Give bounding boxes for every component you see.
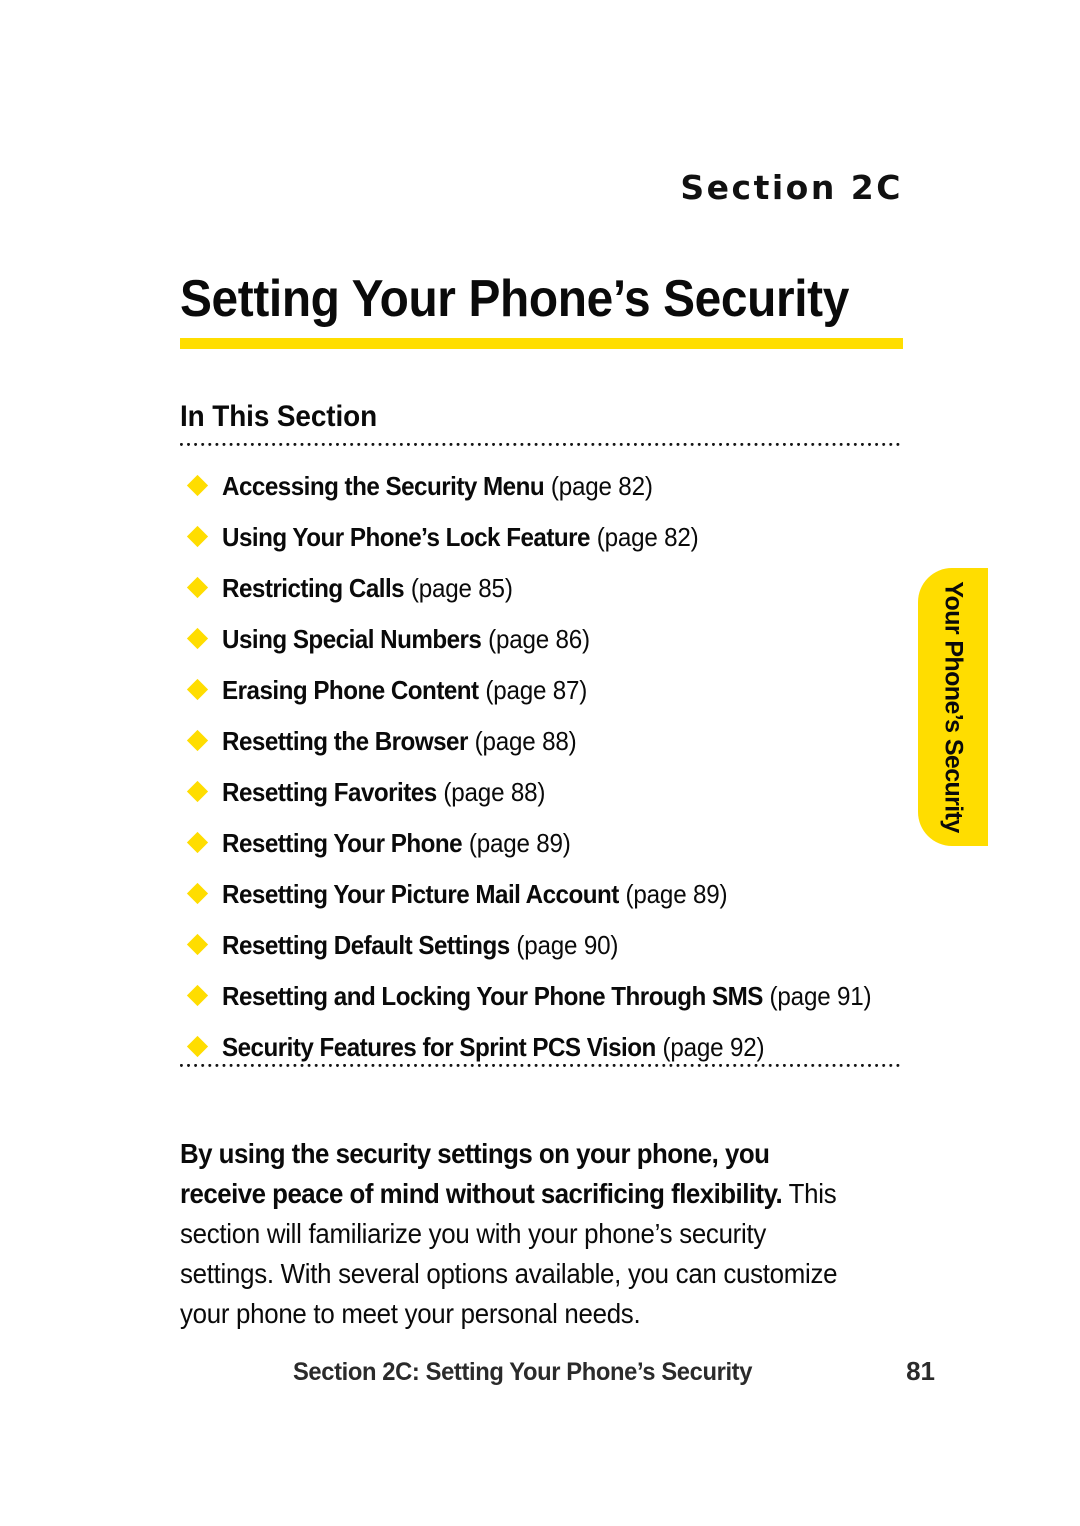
list-item-page-ref: (page 86) [488, 623, 590, 654]
list-item-text: Accessing the Security Menu (page 82) [222, 471, 653, 501]
diamond-bullet-icon [186, 474, 209, 496]
list-item-page-ref: (page 92) [662, 1031, 765, 1062]
list-item[interactable]: Restricting Calls (page 85) [180, 562, 910, 613]
list-item-page-ref: (page 90) [516, 929, 619, 960]
list-item-text: Security Features for Sprint PCS Vision … [222, 1031, 765, 1062]
list-item-label: Using Your Phone’s Lock Feature [222, 521, 590, 552]
list-item-text: Resetting Default Settings (page 90) [222, 930, 618, 960]
list-item-page-ref: (page 91) [769, 980, 872, 1011]
list-item-page-ref: (page 87) [485, 674, 588, 705]
diamond-bullet-icon [186, 882, 209, 904]
list-item-page-ref: (page 85) [410, 572, 513, 603]
list-item[interactable]: Resetting Your Picture Mail Account (pag… [180, 868, 910, 919]
list-item-text: Using Special Numbers (page 86) [222, 624, 590, 654]
list-item[interactable]: Resetting Default Settings (page 90) [180, 919, 910, 970]
in-this-section-heading: In This Section [180, 400, 378, 433]
list-item[interactable]: Resetting Favorites (page 88) [180, 766, 910, 817]
footer-title: Section 2C: Setting Your Phone’s Securit… [292, 1358, 753, 1386]
diamond-bullet-icon [186, 678, 209, 700]
page-footer: Section 2C: Setting Your Phone’s Securit… [180, 1356, 935, 1387]
list-item[interactable]: Erasing Phone Content (page 87) [180, 664, 910, 715]
list-item-label: Erasing Phone Content [222, 674, 479, 705]
title-block: Setting Your Phone’s Security [180, 270, 904, 349]
list-item-label: Resetting Default Settings [222, 929, 510, 960]
side-tab: Your Phone’s Security [918, 568, 988, 846]
list-item[interactable]: Using Special Numbers (page 86) [180, 613, 910, 664]
list-item[interactable]: Resetting the Browser (page 88) [180, 715, 910, 766]
intro-lead: By using the security settings on your p… [180, 1137, 783, 1209]
list-item-label: Resetting Your Picture Mail Account [222, 878, 619, 909]
side-tab-label: Your Phone’s Security [939, 581, 968, 833]
section-eyebrow: Section 2C [680, 168, 903, 207]
diamond-bullet-icon [186, 627, 209, 649]
list-item-label: Resetting Favorites [222, 776, 437, 807]
footer-page-number: 81 [906, 1356, 935, 1386]
list-item[interactable]: Resetting and Locking Your Phone Through… [180, 970, 910, 1021]
list-item-label: Using Special Numbers [222, 623, 482, 654]
list-item-label: Security Features for Sprint PCS Vision [222, 1031, 656, 1062]
list-item-page-ref: (page 82) [550, 470, 653, 501]
list-item[interactable]: Resetting Your Phone (page 89) [180, 817, 910, 868]
diamond-bullet-icon [186, 525, 209, 547]
page-title: Setting Your Phone’s Security [180, 270, 849, 328]
list-item-label: Resetting Your Phone [222, 827, 463, 858]
diamond-bullet-icon [186, 729, 209, 751]
list-item-page-ref: (page 88) [443, 776, 546, 807]
dotted-rule-bottom [180, 1064, 903, 1068]
list-item-page-ref: (page 88) [474, 725, 577, 756]
intro-paragraph: By using the security settings on your p… [180, 1134, 838, 1334]
list-item-page-ref: (page 82) [596, 521, 699, 552]
list-item-text: Using Your Phone’s Lock Feature (page 82… [222, 522, 699, 552]
list-item-label: Restricting Calls [222, 572, 405, 603]
document-page: Section 2C Setting Your Phone’s Security… [0, 0, 1080, 1526]
diamond-bullet-icon [186, 984, 209, 1006]
list-item-text: Erasing Phone Content (page 87) [222, 675, 587, 705]
list-item-label: Resetting the Browser [222, 725, 468, 756]
diamond-bullet-icon [186, 780, 209, 802]
in-this-section-list: Accessing the Security Menu (page 82) Usi… [180, 460, 910, 1072]
list-item-label: Resetting and Locking Your Phone Through… [222, 980, 763, 1011]
diamond-bullet-icon [186, 1035, 209, 1057]
list-item-text: Resetting and Locking Your Phone Through… [222, 980, 872, 1011]
list-item-text: Resetting the Browser (page 88) [222, 725, 577, 756]
list-item-label: Accessing the Security Menu [222, 470, 545, 501]
list-item-text: Resetting Favorites (page 88) [222, 777, 545, 807]
diamond-bullet-icon [186, 831, 209, 853]
diamond-bullet-icon [186, 576, 209, 598]
list-item-text: Resetting Your Picture Mail Account (pag… [222, 878, 728, 909]
diamond-bullet-icon [186, 933, 209, 955]
list-item[interactable]: Accessing the Security Menu (page 82) [180, 460, 910, 511]
list-item-text: Resetting Your Phone (page 89) [222, 828, 571, 858]
list-item-page-ref: (page 89) [625, 878, 728, 909]
list-item-text: Restricting Calls (page 85) [222, 573, 513, 603]
dotted-rule-top [180, 443, 903, 447]
list-item[interactable]: Using Your Phone’s Lock Feature (page 82… [180, 511, 910, 562]
list-item-page-ref: (page 89) [468, 827, 571, 858]
title-accent-rule [180, 338, 903, 349]
